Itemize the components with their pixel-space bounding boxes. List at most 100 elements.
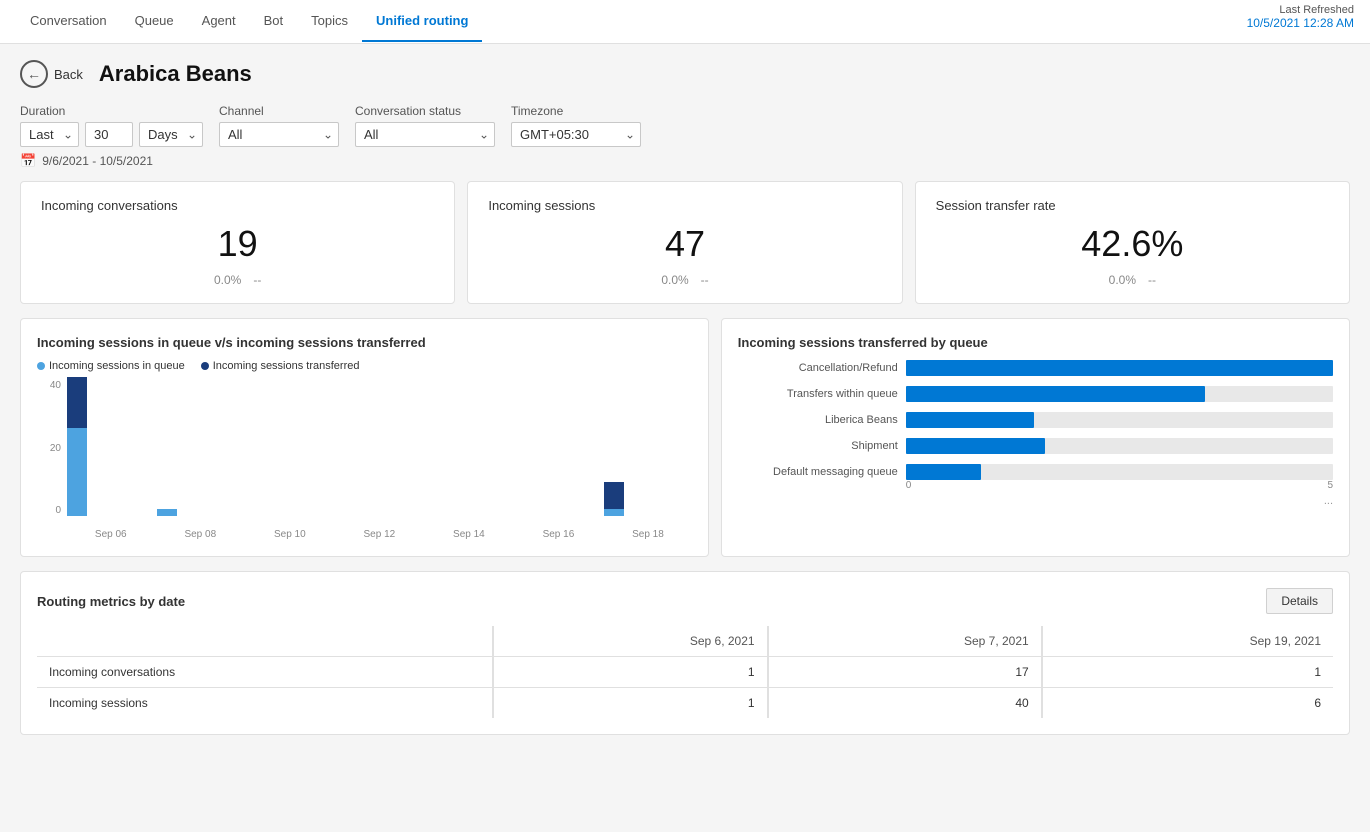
nav-tab-queue[interactable]: Queue <box>121 1 188 42</box>
hbar-row: Liberica Beans <box>738 412 1333 428</box>
conv-status-select[interactable]: All <box>355 122 495 147</box>
date-range-value: 9/6/2021 - 10/5/2021 <box>42 154 153 168</box>
table-col-header <box>37 626 493 657</box>
hbar-label: Liberica Beans <box>738 414 898 426</box>
table-row-label: Incoming conversations <box>37 657 493 688</box>
hbar-track <box>906 360 1333 376</box>
stacked-bar <box>67 377 87 516</box>
conv-status-wrap[interactable]: All <box>355 122 495 147</box>
table-section: Routing metrics by date Details Sep 6, 2… <box>20 571 1350 735</box>
hbar-row: Cancellation/Refund <box>738 360 1333 376</box>
nav-tab-unified-routing[interactable]: Unified routing <box>362 1 482 42</box>
nav-tab-topics[interactable]: Topics <box>297 1 362 42</box>
nav-tab-conversation[interactable]: Conversation <box>16 1 121 42</box>
kpi-pct: 0.0% <box>661 273 688 287</box>
table-cell: 1 <box>1042 657 1333 688</box>
timezone-filter: Timezone GMT+05:30 <box>511 104 641 147</box>
hbar-fill <box>906 360 1333 376</box>
main-content: ← Back Arabica Beans Duration Last Days <box>0 44 1370 832</box>
kpi-value: 42.6% <box>936 223 1329 265</box>
last-refreshed: Last Refreshed 10/5/2021 12:28 AM <box>1247 4 1354 30</box>
kpi-card: Incoming sessions 47 0.0% -- <box>467 181 902 304</box>
channel-select[interactable]: All <box>219 122 339 147</box>
x-label: Sep 12 <box>336 529 424 540</box>
table-row: Incoming conversations1171 <box>37 657 1333 688</box>
kpi-value: 19 <box>41 223 434 265</box>
kpi-value: 47 <box>488 223 881 265</box>
duration-label: Duration <box>20 104 203 118</box>
hbar-fill <box>906 464 981 480</box>
nav-tab-bot[interactable]: Bot <box>250 1 298 42</box>
legend-item: Incoming sessions in queue <box>37 360 185 372</box>
bar-group <box>604 482 692 516</box>
timezone-label: Timezone <box>511 104 641 118</box>
x-axis: Sep 06Sep 08Sep 10Sep 12Sep 14Sep 16Sep … <box>67 529 692 540</box>
channel-wrap[interactable]: All <box>219 122 339 147</box>
x-label: Sep 18 <box>604 529 692 540</box>
table-col-header: Sep 7, 2021 <box>768 626 1042 657</box>
hbar-fill <box>906 412 1034 428</box>
stacked-bar <box>157 509 177 516</box>
table-cell: 6 <box>1042 688 1333 719</box>
kpi-meta: 0.0% -- <box>488 273 881 287</box>
x-label: Sep 14 <box>425 529 513 540</box>
hbar-track <box>906 438 1333 454</box>
bar-transferred <box>604 482 624 509</box>
duration-unit-select[interactable]: Days <box>139 122 203 147</box>
table-col-header: Sep 6, 2021 <box>493 626 767 657</box>
metrics-table: Sep 6, 2021Sep 7, 2021Sep 19, 2021Incomi… <box>37 626 1333 718</box>
kpi-trend: -- <box>701 273 709 287</box>
duration-number-input[interactable] <box>85 122 133 147</box>
bar-in-queue <box>67 428 87 516</box>
bar-transferred <box>67 377 87 428</box>
table-header-row: Routing metrics by date Details <box>37 588 1333 614</box>
table-title: Routing metrics by date <box>37 594 185 609</box>
table-row-label: Incoming sessions <box>37 688 493 719</box>
legend-label: Incoming sessions in queue <box>49 360 185 372</box>
bar-empty <box>336 514 356 516</box>
bar-group <box>246 514 334 516</box>
charts-row: Incoming sessions in queue v/s incoming … <box>20 318 1350 557</box>
channel-label: Channel <box>219 104 339 118</box>
kpi-pct: 0.0% <box>214 273 241 287</box>
kpi-row: Incoming conversations 19 0.0% -- Incomi… <box>20 181 1350 304</box>
x-label: Sep 06 <box>67 529 155 540</box>
chart-more[interactable]: ... <box>738 495 1333 507</box>
hbar-row: Transfers within queue <box>738 386 1333 402</box>
calendar-icon: 📅 <box>20 153 36 169</box>
stacked-bar <box>604 482 624 516</box>
bar-in-queue <box>157 509 177 516</box>
hbar-label: Cancellation/Refund <box>738 362 898 374</box>
duration-prefix-select[interactable]: Last <box>20 122 79 147</box>
duration-unit-wrap[interactable]: Days <box>139 122 203 147</box>
channel-filter: Channel All <box>219 104 339 147</box>
timezone-select[interactable]: GMT+05:30 <box>511 122 641 147</box>
y-label: 40 <box>50 380 61 391</box>
kpi-label: Incoming sessions <box>488 198 881 213</box>
left-chart-legend: Incoming sessions in queue Incoming sessi… <box>37 360 692 372</box>
hbar-x-0: 0 <box>906 480 912 491</box>
nav-tab-agent[interactable]: Agent <box>188 1 250 42</box>
duration-prefix-wrap[interactable]: Last <box>20 122 79 147</box>
hbar-track <box>906 412 1333 428</box>
kpi-trend: -- <box>1148 273 1156 287</box>
y-label: 0 <box>55 505 61 516</box>
kpi-pct: 0.0% <box>1109 273 1136 287</box>
page-header: ← Back Arabica Beans <box>20 60 1350 88</box>
last-refreshed-value: 10/5/2021 12:28 AM <box>1247 16 1354 30</box>
x-label: Sep 08 <box>157 529 245 540</box>
legend-label: Incoming sessions transferred <box>213 360 360 372</box>
hbar-chart: Cancellation/Refund Transfers within que… <box>738 360 1333 480</box>
hbar-track <box>906 386 1333 402</box>
timezone-wrap[interactable]: GMT+05:30 <box>511 122 641 147</box>
left-chart-title: Incoming sessions in queue v/s incoming … <box>37 335 692 350</box>
nav-tabs: ConversationQueueAgentBotTopicsUnified r… <box>16 1 482 42</box>
date-range: 📅 9/6/2021 - 10/5/2021 <box>20 153 1350 169</box>
details-button[interactable]: Details <box>1266 588 1333 614</box>
hbar-track <box>906 464 1333 480</box>
duration-filter: Duration Last Days <box>20 104 203 147</box>
x-label: Sep 10 <box>246 529 334 540</box>
back-circle-icon: ← <box>20 60 48 88</box>
back-button[interactable]: ← Back <box>20 60 83 88</box>
right-chart-card: Incoming sessions transferred by queue C… <box>721 318 1350 557</box>
